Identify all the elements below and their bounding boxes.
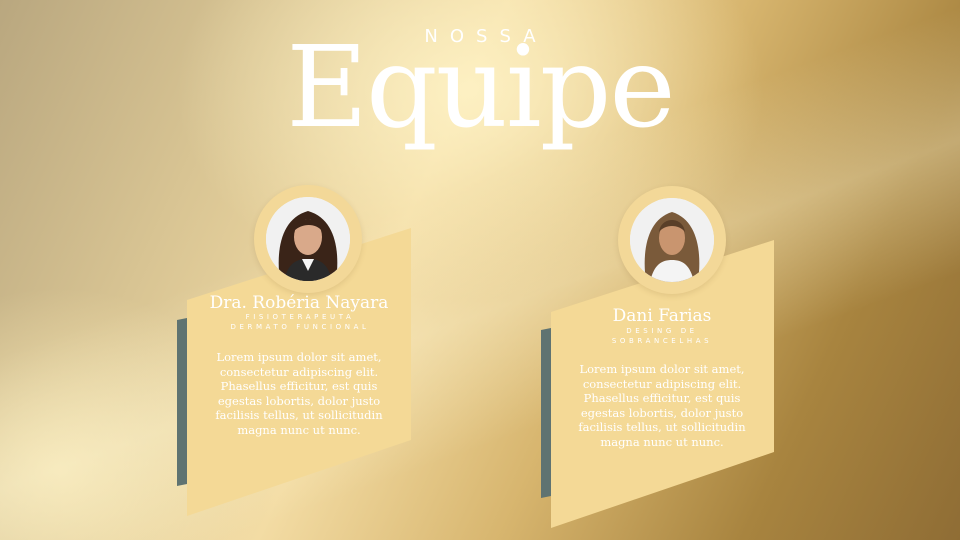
- member-description-2: Lorem ipsum dolor sit amet, consectetur …: [578, 362, 746, 449]
- portrait-photo-icon: [630, 198, 714, 282]
- member-name-2: Dani Farias: [612, 306, 712, 326]
- avatar-frame-2: [618, 186, 726, 294]
- member-role-2: DESING DE SOBRANCELHAS: [611, 327, 713, 345]
- team-card-2: Dani Farias DESING DE SOBRANCELHAS Lorem…: [0, 0, 960, 540]
- avatar-dani: [630, 198, 714, 282]
- card-2-shape: [541, 240, 774, 528]
